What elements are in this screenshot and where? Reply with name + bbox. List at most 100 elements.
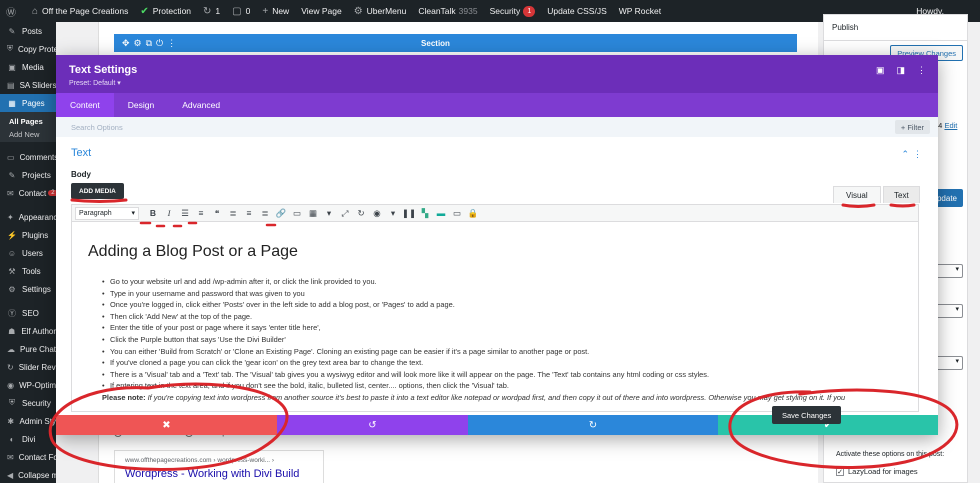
modal-header[interactable]: Text Settings Preset: Default ▾ ▣ ◨ ⋮ xyxy=(56,55,938,93)
sidebar-item-slider-revolution[interactable]: ↻ Slider Revo xyxy=(0,358,56,376)
security-link[interactable]: Security 1 xyxy=(484,0,542,22)
lazyload-option[interactable]: ✓ LazyLoad for images xyxy=(836,467,918,476)
list-item: Then click 'Add New' at the top of the p… xyxy=(102,311,912,323)
lock-icon[interactable]: 🔒 xyxy=(465,208,481,219)
slider-icon: ↻ xyxy=(7,362,14,372)
tab-design[interactable]: Design xyxy=(114,93,168,117)
site-name-link[interactable]: ⌂ Off the Page Creations xyxy=(26,0,134,22)
italic-icon[interactable]: I xyxy=(161,208,177,218)
search-options-input[interactable]: Search Options xyxy=(56,117,938,137)
bold-icon[interactable]: B xyxy=(145,208,161,218)
star-icon: ✱ xyxy=(7,416,15,426)
protection-link[interactable]: ✔ Protection xyxy=(134,0,197,22)
embed-icon[interactable]: ◉ xyxy=(369,208,385,219)
sidebar-item-pages[interactable]: ▦ Pages xyxy=(0,94,56,112)
editor-tab-text[interactable]: Text xyxy=(883,186,920,203)
chevron-down-icon[interactable]: ▾ xyxy=(321,208,337,219)
sidebar-item-contact-forms[interactable]: ✉Contact Forms xyxy=(0,448,56,466)
sidebar-item-pure-chat[interactable]: ☁ Pure Chat xyxy=(0,340,56,358)
sidebar-item-projects[interactable]: ✎ Projects xyxy=(0,166,56,184)
sidebar-item-users[interactable]: ☺ Users xyxy=(0,244,56,262)
wordpress-icon: Ⓦ xyxy=(6,7,16,19)
sidebar-item-posts[interactable]: ✎ Posts xyxy=(0,22,56,40)
sidebar-item-appearance[interactable]: ✦Appearance xyxy=(0,208,56,226)
sidebar-item-tools[interactable]: ⚒ Tools xyxy=(0,262,56,280)
builder-section-bar[interactable]: ✥⚙⧉⏻⋮ Section xyxy=(114,34,797,52)
numbered-list-icon[interactable]: ≡ xyxy=(193,208,209,218)
serp-card: www.offthepagecreations.com › wordpress-… xyxy=(114,450,324,483)
fullscreen-icon[interactable]: ▣ xyxy=(876,65,885,76)
sidebar-item-plugins[interactable]: ⚡ Plugins xyxy=(0,226,56,244)
sidebar-subitem-all-pages[interactable]: All Pages xyxy=(0,112,56,127)
pin-icon: ✎ xyxy=(8,26,16,36)
sidebar-subitem-add-new[interactable]: Add New xyxy=(0,127,56,142)
editor-content-area[interactable]: Adding a Blog Post or a Page Go to your … xyxy=(71,222,919,412)
plus-icon: + xyxy=(262,5,269,17)
search-preview: Mobile result Desktop result www.offthep… xyxy=(114,428,414,483)
color-grid-icon[interactable]: ▚ xyxy=(417,208,433,219)
ubermenu-link[interactable]: ⚙ UberMenu xyxy=(348,0,413,22)
shortcode-icon[interactable]: ❚❚ xyxy=(401,208,417,219)
sidebar-item-settings[interactable]: ⚙ Settings xyxy=(0,280,56,298)
view-page-link[interactable]: View Page xyxy=(295,0,347,22)
align-center-icon[interactable]: ≡ xyxy=(241,208,257,218)
section-toggle-icons[interactable]: ⌃⋮ xyxy=(901,149,926,160)
sidebar-item-wp-optimize[interactable]: ◉ WP-Optim xyxy=(0,376,56,394)
redo-button[interactable]: ↻ xyxy=(468,415,718,435)
align-left-icon[interactable]: ≣ xyxy=(225,208,241,219)
text-section-heading[interactable]: Text xyxy=(71,147,91,159)
snap-icon[interactable]: ◨ xyxy=(896,65,905,76)
sidebar-item-contact[interactable]: ✉ Contact 2 xyxy=(0,184,56,202)
read-more-icon[interactable]: ▭ xyxy=(289,208,305,219)
bulleted-list-icon[interactable]: ☰ xyxy=(177,208,193,219)
sidebar-item-copy-protection[interactable]: ⛨Copy Protection xyxy=(0,40,56,58)
table-icon[interactable]: ▦ xyxy=(305,208,321,219)
undo-button[interactable]: ↺ xyxy=(277,415,468,435)
body-label: Body xyxy=(71,170,91,179)
refresh-icon[interactable]: ↻ xyxy=(353,208,369,219)
filter-button[interactable]: + Filter xyxy=(894,120,930,134)
sidebar-item-seo[interactable]: Ⓨ SEO xyxy=(0,304,56,322)
editor-tab-visual[interactable]: Visual xyxy=(833,186,881,203)
comment-icon: ▢ xyxy=(232,5,242,17)
sidebar-item-author[interactable]: ☗ Elf Author xyxy=(0,322,56,340)
align-right-icon[interactable]: ≣ xyxy=(257,208,273,219)
blockquote-icon[interactable]: ❝ xyxy=(209,208,225,219)
comments-link[interactable]: ▢ 0 xyxy=(226,0,256,22)
sidebar-item-sa-sliders[interactable]: ▤ SA Sliders xyxy=(0,76,56,94)
modal-tabs: Content Design Advanced xyxy=(56,93,938,117)
wp-rocket-link[interactable]: WP Rocket xyxy=(613,0,667,22)
admin-sidebar: ✎Posts ⛨Copy Protection ▣Media ▤SA Slide… xyxy=(0,22,56,483)
sidebar-item-admin-style[interactable]: ✱ Admin Sty xyxy=(0,412,56,430)
edit-date-link[interactable]: Edit xyxy=(944,121,957,130)
more-icon[interactable]: ⋮ xyxy=(917,65,926,76)
sidebar-item-comments[interactable]: ▭ Comments xyxy=(0,148,56,166)
format-select[interactable]: Paragraph ▾ xyxy=(75,206,139,220)
chevron-down-icon: ▾ xyxy=(131,210,135,217)
sidebar-item-security[interactable]: ⛨ Security xyxy=(0,394,56,412)
cleantalk-link[interactable]: CleanTalk 3935 xyxy=(412,0,483,22)
list-item: Type in your username and password that … xyxy=(102,288,912,300)
sidebar-item-divi[interactable]: ◐ Divi xyxy=(0,430,56,448)
discard-button[interactable]: ✖ xyxy=(56,415,277,435)
update-css-link[interactable]: Update CSS/JS xyxy=(541,0,613,22)
highlight-icon[interactable]: ▬ xyxy=(433,208,449,218)
link-icon[interactable]: 🔗 xyxy=(273,208,289,219)
pages-icon: ▦ xyxy=(8,98,16,108)
wp-logo[interactable]: Ⓦ xyxy=(0,0,26,22)
chevron-down-icon[interactable]: ▾ xyxy=(385,208,401,219)
author-icon: ☗ xyxy=(8,326,16,336)
sidebar-item-media[interactable]: ▣ Media xyxy=(0,58,56,76)
note-line: Please note: If you're copying text into… xyxy=(102,392,912,404)
add-media-button[interactable]: ADD MEDIA xyxy=(71,183,124,199)
preset-selector[interactable]: Preset: Default ▾ xyxy=(69,79,121,87)
fullscreen-icon[interactable]: ⤢ xyxy=(337,208,353,219)
tab-content[interactable]: Content xyxy=(56,93,114,117)
security-icon: ⛨ xyxy=(9,398,15,407)
updates-link[interactable]: ↻ 1 xyxy=(197,0,226,22)
new-content-link[interactable]: + New xyxy=(256,0,295,22)
tab-advanced[interactable]: Advanced xyxy=(168,93,234,117)
divider-icon[interactable]: ▭ xyxy=(449,208,465,219)
sidebar-collapse-menu[interactable]: ◀Collapse menu xyxy=(0,466,56,483)
checkbox-checked-icon[interactable]: ✓ xyxy=(836,467,844,476)
